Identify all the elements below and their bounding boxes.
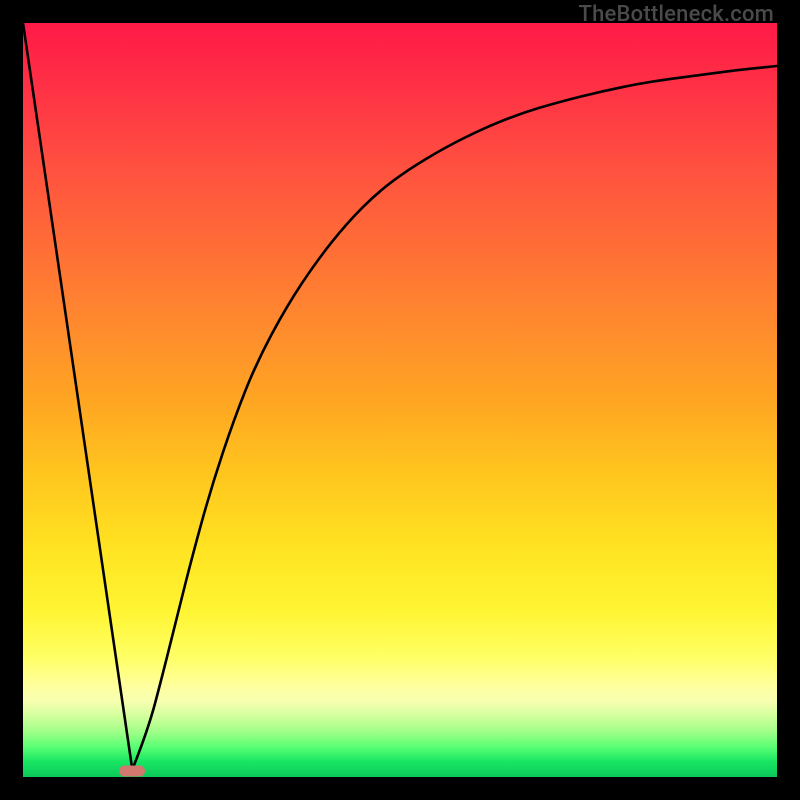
watermark-text: TheBottleneck.com	[579, 2, 774, 27]
chart-vertex-marker	[119, 765, 145, 776]
chart-frame: TheBottleneck.com	[0, 0, 800, 800]
curve-left-segment	[23, 23, 132, 770]
chart-curves-svg	[23, 23, 777, 777]
chart-plot-area	[23, 23, 777, 777]
curve-right-segment	[132, 66, 777, 770]
